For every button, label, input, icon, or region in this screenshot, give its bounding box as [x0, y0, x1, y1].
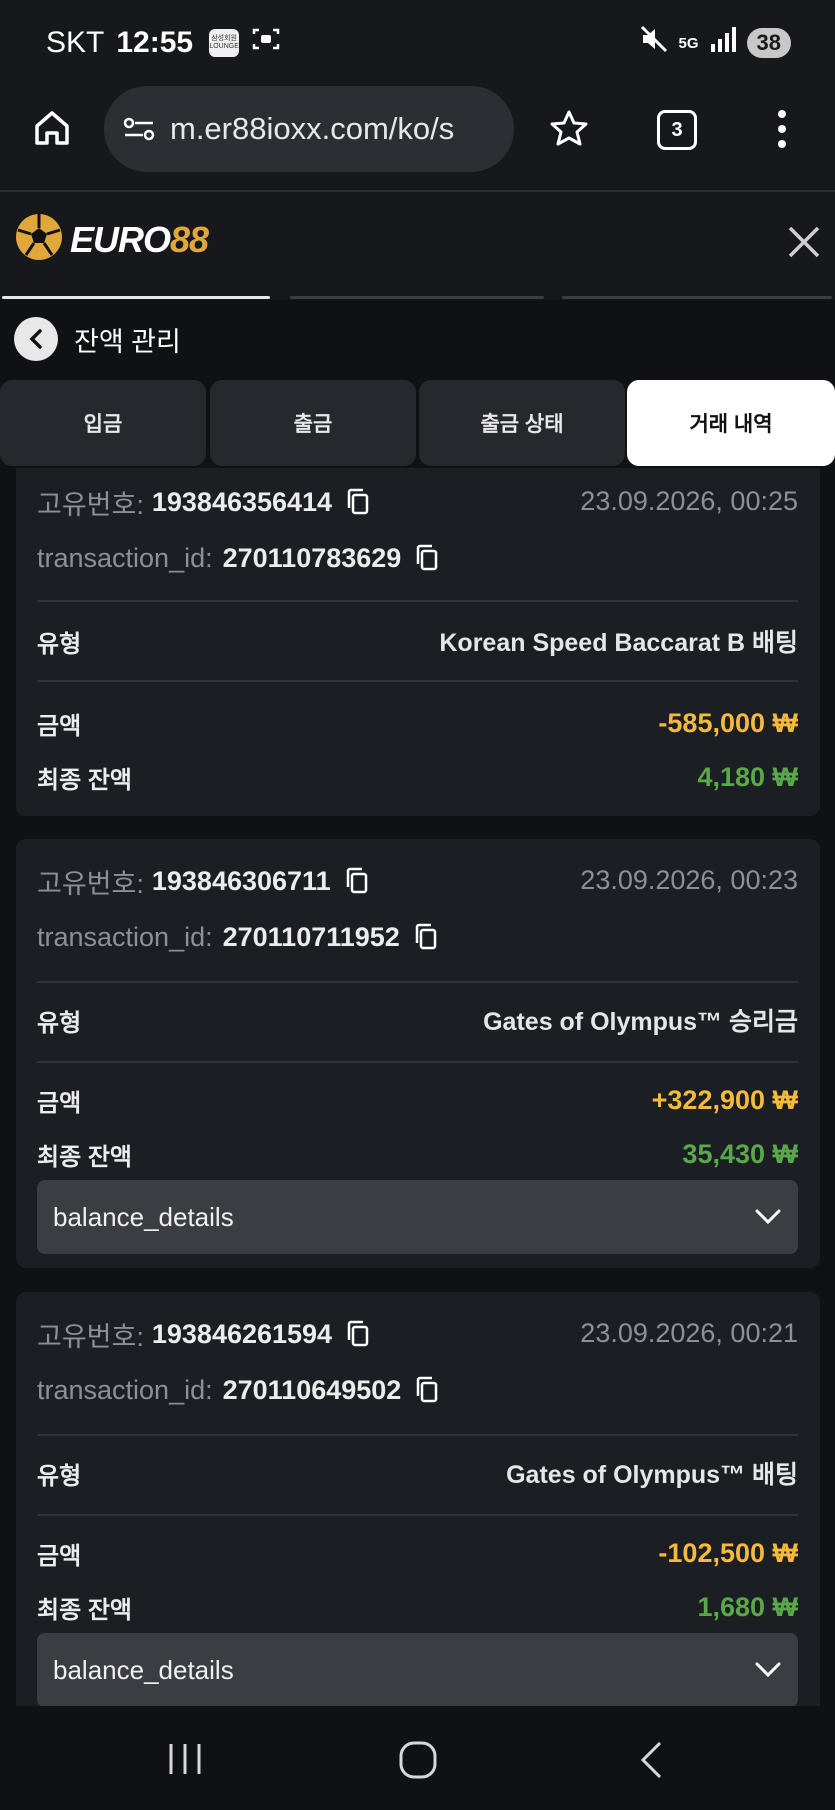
back-nav-icon[interactable] — [636, 1740, 666, 1785]
transaction-card: 고유번호: 193846261594 23.09.2026, 00:21 tra… — [16, 1292, 820, 1706]
unique-id-value: 193846261594 — [151, 1318, 333, 1349]
transaction-id-value: 270110649502 — [222, 1374, 402, 1405]
type-label: 유형 — [37, 1009, 82, 1037]
signal-icon — [709, 26, 737, 60]
transaction-datetime: 23.09.2026, 00:23 — [580, 865, 798, 895]
copy-icon[interactable] — [346, 1320, 370, 1348]
unique-id-label: 고유번호: — [37, 868, 144, 899]
final-balance-label: 최종 잔액 — [37, 766, 132, 794]
chevron-down-icon — [754, 1661, 782, 1679]
amount-label: 금액 — [37, 712, 82, 740]
divider — [37, 680, 798, 682]
transaction-id-value: 270110711952 — [222, 921, 400, 952]
logo-text: EURO88 — [70, 218, 209, 260]
amount-value: -585,000 ₩ — [658, 707, 798, 738]
system-nav-bar — [0, 1706, 835, 1810]
copy-icon[interactable] — [415, 1376, 439, 1404]
final-balance-value: 35,430 ₩ — [682, 1138, 798, 1169]
balance-details-label: balance_details — [53, 1654, 234, 1685]
browser-toolbar: m.er88ioxx.com/ko/s 3 — [0, 86, 835, 190]
balance-tabs: 입금 출금 출금 상태 거래 내역 — [0, 380, 835, 468]
home-nav-icon[interactable] — [398, 1740, 438, 1785]
site-settings-icon[interactable] — [122, 114, 156, 144]
copy-icon[interactable] — [345, 867, 369, 895]
home-icon[interactable] — [32, 108, 72, 153]
transaction-id-label: transaction_id: — [37, 1374, 213, 1405]
close-icon[interactable] — [786, 224, 822, 260]
samsung-lounge-icon: 삼성회원 LOUNGE — [209, 29, 240, 57]
unique-id-value: 193846306711 — [151, 865, 331, 896]
copy-icon[interactable] — [346, 488, 370, 516]
transaction-id-label: transaction_id: — [37, 542, 213, 573]
clock: 12:55 — [116, 26, 194, 59]
amount-label: 금액 — [37, 1542, 82, 1570]
transaction-id-label: transaction_id: — [37, 921, 213, 952]
screen-capture-icon — [251, 26, 281, 60]
tab-withdraw-status[interactable]: 출금 상태 — [419, 380, 625, 466]
bookmark-star-icon[interactable] — [548, 108, 590, 155]
soccer-ball-icon — [14, 212, 64, 267]
url-text: m.er88ioxx.com/ko/s — [170, 111, 455, 146]
transaction-card: 고유번호: 193846306711 23.09.2026, 00:23 tra… — [16, 839, 820, 1268]
status-bar: SKT 12:55 삼성회원 LOUNGE 5G 38 — [0, 0, 835, 86]
amount-value: +322,900 ₩ — [651, 1084, 798, 1115]
copy-icon[interactable] — [415, 544, 439, 572]
page-header: 잔액 관리 — [0, 300, 835, 378]
unique-id-value: 193846356414 — [151, 486, 333, 517]
type-value: Korean Speed Baccarat B 배팅 — [439, 629, 798, 657]
tab-deposit[interactable]: 입금 — [0, 380, 206, 466]
tab-switcher-button[interactable]: 3 — [657, 110, 697, 150]
transaction-id-value: 270110783629 — [222, 542, 402, 573]
final-balance-value: 1,680 ₩ — [697, 1591, 798, 1622]
battery-indicator: 38 — [746, 28, 791, 58]
type-label: 유형 — [37, 1462, 82, 1490]
recent-apps-icon[interactable] — [166, 1742, 204, 1781]
divider — [37, 600, 798, 602]
divider — [37, 1514, 798, 1516]
transaction-card: 고유번호: 193846356414 23.09.2026, 00:25 tra… — [16, 468, 820, 816]
amount-label: 금액 — [37, 1089, 82, 1117]
transaction-datetime: 23.09.2026, 00:21 — [580, 1318, 798, 1348]
transaction-list: 고유번호: 193846356414 23.09.2026, 00:25 tra… — [0, 468, 835, 1706]
final-balance-value: 4,180 ₩ — [697, 761, 798, 792]
site-header: EURO88 — [0, 190, 835, 300]
divider — [37, 981, 798, 983]
more-menu-icon[interactable] — [774, 108, 790, 155]
tab-withdraw[interactable]: 출금 — [210, 380, 416, 466]
chevron-down-icon — [754, 1208, 782, 1226]
network-type-icon: 5G — [678, 34, 699, 52]
final-balance-label: 최종 잔액 — [37, 1143, 132, 1171]
type-value: Gates of Olympus™ 승리금 — [483, 1008, 798, 1036]
transaction-datetime: 23.09.2026, 00:25 — [580, 486, 798, 516]
final-balance-label: 최종 잔액 — [37, 1596, 132, 1624]
unique-id-label: 고유번호: — [37, 1321, 144, 1352]
type-value: Gates of Olympus™ 배팅 — [506, 1461, 798, 1489]
divider — [37, 1434, 798, 1436]
mute-icon — [639, 24, 669, 62]
unique-id-label: 고유번호: — [37, 489, 144, 520]
balance-details-dropdown[interactable]: balance_details — [37, 1180, 798, 1254]
page-title: 잔액 관리 — [74, 326, 181, 357]
divider — [37, 1061, 798, 1063]
site-logo[interactable]: EURO88 — [14, 212, 209, 267]
back-button[interactable] — [14, 317, 58, 361]
chevron-left-icon — [29, 329, 42, 349]
balance-details-label: balance_details — [53, 1201, 234, 1232]
copy-icon[interactable] — [414, 923, 438, 951]
amount-value: -102,500 ₩ — [658, 1537, 798, 1568]
tab-transaction-history[interactable]: 거래 내역 — [627, 380, 835, 466]
address-bar[interactable]: m.er88ioxx.com/ko/s — [104, 86, 514, 172]
balance-details-dropdown[interactable]: balance_details — [37, 1633, 798, 1706]
type-label: 유형 — [37, 630, 82, 658]
carrier-name: SKT — [46, 26, 105, 59]
